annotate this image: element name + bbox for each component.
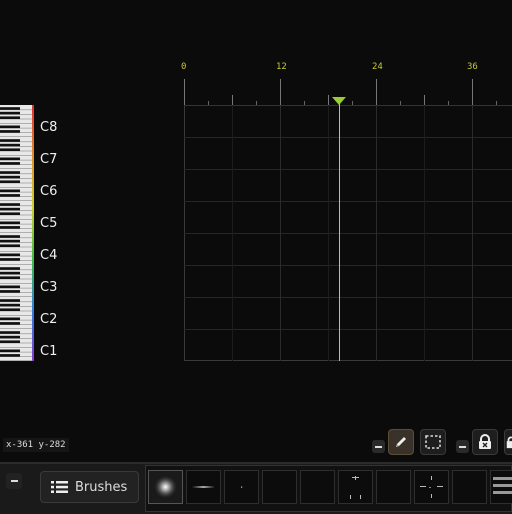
note-label-c2: C2 — [40, 312, 58, 327]
grid-line — [376, 105, 377, 361]
playhead-line — [339, 104, 340, 361]
pencil-icon — [396, 437, 406, 447]
grid-line — [184, 137, 512, 138]
ruler-tick — [376, 79, 377, 105]
selection-rect-icon — [425, 435, 441, 449]
line-brush-icon — [191, 486, 216, 488]
ruler-tick — [472, 79, 473, 105]
brush-slot-soft[interactable] — [148, 470, 183, 504]
ruler-tick — [280, 79, 281, 105]
grid-line — [184, 201, 512, 202]
cursor-coordinates: x-361 y-282 — [3, 438, 69, 452]
ruler-label-24: 24 — [372, 62, 383, 72]
brush-slot-empty[interactable] — [300, 470, 335, 504]
ruler-label-36: 36 — [467, 62, 478, 72]
ruler-tick — [328, 95, 329, 105]
time-ruler[interactable] — [184, 60, 512, 105]
brushes-label: Brushes — [75, 479, 128, 495]
lock-icon — [479, 434, 491, 449]
lock-icon — [506, 436, 512, 449]
note-label-c3: C3 — [40, 280, 58, 295]
grid-line — [184, 265, 512, 266]
stripes-brush-icon — [493, 477, 512, 494]
collapse-bottom-button[interactable] — [6, 473, 22, 489]
brush-slot-line[interactable] — [186, 470, 221, 504]
grid-line — [472, 105, 473, 361]
brush-slot-dot[interactable] — [224, 470, 259, 504]
lock-tool-button-2[interactable] — [504, 429, 512, 455]
grid-line — [184, 297, 512, 298]
piano-keyboard[interactable] — [0, 105, 34, 361]
note-label-c8: C8 — [40, 120, 58, 135]
collapse-lock-button[interactable] — [456, 440, 469, 453]
collapse-tools-button[interactable] — [372, 440, 385, 453]
cross-brush-icon — [350, 476, 361, 499]
ruler-label-12: 12 — [276, 62, 287, 72]
list-icon — [51, 481, 68, 493]
brush-slot-empty[interactable] — [262, 470, 297, 504]
note-label-c4: C4 — [40, 248, 58, 263]
grid-line — [184, 233, 512, 234]
brush-slot-stripes[interactable] — [490, 470, 512, 504]
lock-tool-button[interactable] — [472, 429, 498, 455]
soft-brush-icon — [152, 474, 179, 500]
ruler-tick — [184, 79, 185, 105]
ruler-tick — [424, 95, 425, 105]
ruler-label-0: 0 — [181, 62, 187, 72]
select-tool-button[interactable] — [420, 429, 446, 455]
brush-slot-cross[interactable] — [338, 470, 373, 504]
note-label-c6: C6 — [40, 184, 58, 199]
note-label-c7: C7 — [40, 152, 58, 167]
brush-slot-empty[interactable] — [376, 470, 411, 504]
scatter-brush-icon — [420, 476, 443, 498]
note-label-c5: C5 — [40, 216, 58, 231]
grid-line — [232, 105, 233, 361]
brush-slot-empty[interactable] — [452, 470, 487, 504]
grid-line — [424, 105, 425, 361]
pencil-tool-button[interactable] — [388, 429, 414, 455]
grid-line — [184, 105, 512, 106]
grid-line — [280, 105, 281, 361]
dot-brush-icon — [241, 486, 243, 488]
note-label-c1: C1 — [40, 344, 58, 359]
brush-slot-scatter[interactable] — [414, 470, 449, 504]
ruler-tick — [232, 95, 233, 105]
grid-line — [328, 105, 329, 361]
brushes-button[interactable]: Brushes — [40, 471, 139, 503]
grid-line — [184, 169, 512, 170]
grid-line — [184, 329, 512, 330]
